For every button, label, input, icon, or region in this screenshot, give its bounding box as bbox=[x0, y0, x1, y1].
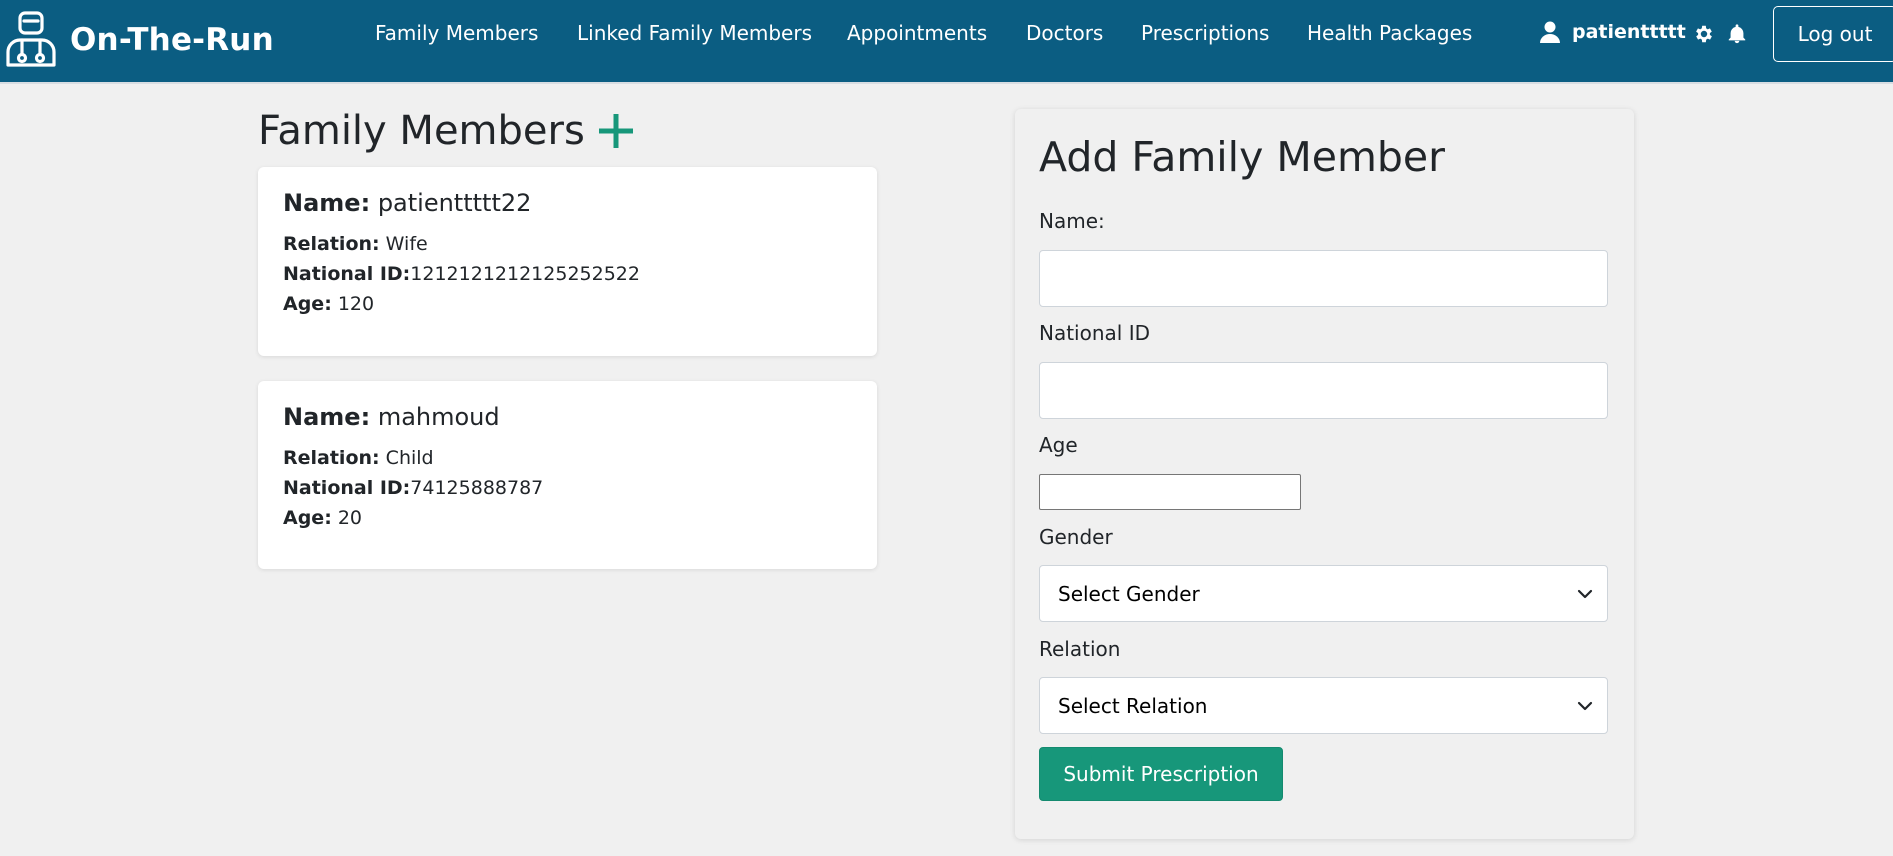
nav-doctors[interactable]: Doctors bbox=[1026, 21, 1103, 45]
national-id-field-label: National ID bbox=[1039, 321, 1150, 345]
logout-button[interactable]: Log out bbox=[1773, 6, 1893, 62]
nav-prescriptions[interactable]: Prescriptions bbox=[1141, 21, 1269, 45]
name-input[interactable] bbox=[1039, 250, 1608, 307]
username: patienttttt bbox=[1572, 21, 1686, 43]
navbar: On-The-Run Family Members Linked Family … bbox=[0, 0, 1893, 84]
relation-label: Relation: bbox=[283, 447, 380, 469]
nav-linked-family-members[interactable]: Linked Family Members bbox=[577, 21, 812, 45]
family-member-card: Name: mahmoud Relation: Child National I… bbox=[258, 381, 877, 569]
age-input[interactable] bbox=[1039, 474, 1301, 510]
member-name-line: Name: mahmoud bbox=[283, 403, 852, 431]
member-name: patienttttt22 bbox=[377, 189, 532, 217]
chevron-down-icon bbox=[1577, 701, 1593, 711]
age-label: Age: bbox=[283, 293, 332, 315]
member-age-row: Age: 20 bbox=[283, 503, 852, 533]
gear-icon[interactable] bbox=[1693, 23, 1715, 45]
user-menu[interactable]: patienttttt bbox=[1540, 21, 1686, 43]
name-label: Name: bbox=[283, 189, 371, 217]
relation-field-label: Relation bbox=[1039, 637, 1121, 661]
family-member-card: Name: patienttttt22 Relation: Wife Natio… bbox=[258, 167, 877, 356]
age-field-label: Age bbox=[1039, 433, 1078, 457]
member-age: 120 bbox=[337, 293, 375, 315]
member-national-id: 74125888787 bbox=[410, 477, 544, 499]
nav-appointments[interactable]: Appointments bbox=[847, 21, 987, 45]
relation-selected-value: Select Relation bbox=[1058, 693, 1208, 718]
member-relation-row: Relation: Wife bbox=[283, 229, 852, 259]
member-national-id: 1212121212125252522 bbox=[410, 263, 640, 285]
doctor-logo-icon bbox=[6, 11, 56, 67]
member-age: 20 bbox=[337, 507, 363, 529]
relation-label: Relation: bbox=[283, 233, 380, 255]
age-label: Age: bbox=[283, 507, 332, 529]
national-id-label: National ID: bbox=[283, 263, 411, 285]
member-national-id-row: National ID:74125888787 bbox=[283, 473, 852, 503]
chevron-down-icon bbox=[1577, 589, 1593, 599]
nav-family-members[interactable]: Family Members bbox=[375, 21, 538, 45]
member-relation-row: Relation: Child bbox=[283, 443, 852, 473]
brand-name: On-The-Run bbox=[70, 22, 274, 58]
member-name: mahmoud bbox=[377, 403, 500, 431]
bell-icon[interactable] bbox=[1726, 23, 1748, 45]
relation-select[interactable]: Select Relation bbox=[1039, 677, 1608, 734]
user-icon bbox=[1540, 21, 1560, 43]
family-members-heading: Family Members bbox=[258, 108, 633, 154]
member-national-id-row: National ID:1212121212125252522 bbox=[283, 259, 852, 289]
page-title: Family Members bbox=[258, 108, 585, 154]
brand[interactable]: On-The-Run bbox=[4, 0, 274, 80]
nav-health-packages[interactable]: Health Packages bbox=[1307, 21, 1472, 45]
member-age-row: Age: 120 bbox=[283, 289, 852, 319]
member-relation: Wife bbox=[385, 233, 428, 255]
form-title: Add Family Member bbox=[1039, 133, 1446, 181]
national-id-input[interactable] bbox=[1039, 362, 1608, 419]
name-label: Name: bbox=[283, 403, 371, 431]
add-family-member-form: Add Family Member Name: National ID Age … bbox=[1015, 109, 1634, 839]
gender-field-label: Gender bbox=[1039, 525, 1113, 549]
plus-icon[interactable] bbox=[598, 114, 633, 148]
member-relation: Child bbox=[385, 447, 434, 469]
submit-button[interactable]: Submit Prescription bbox=[1039, 747, 1283, 801]
gender-selected-value: Select Gender bbox=[1058, 581, 1200, 606]
member-name-line: Name: patienttttt22 bbox=[283, 189, 852, 217]
name-field-label: Name: bbox=[1039, 209, 1105, 233]
national-id-label: National ID: bbox=[283, 477, 411, 499]
gender-select[interactable]: Select Gender bbox=[1039, 565, 1608, 622]
